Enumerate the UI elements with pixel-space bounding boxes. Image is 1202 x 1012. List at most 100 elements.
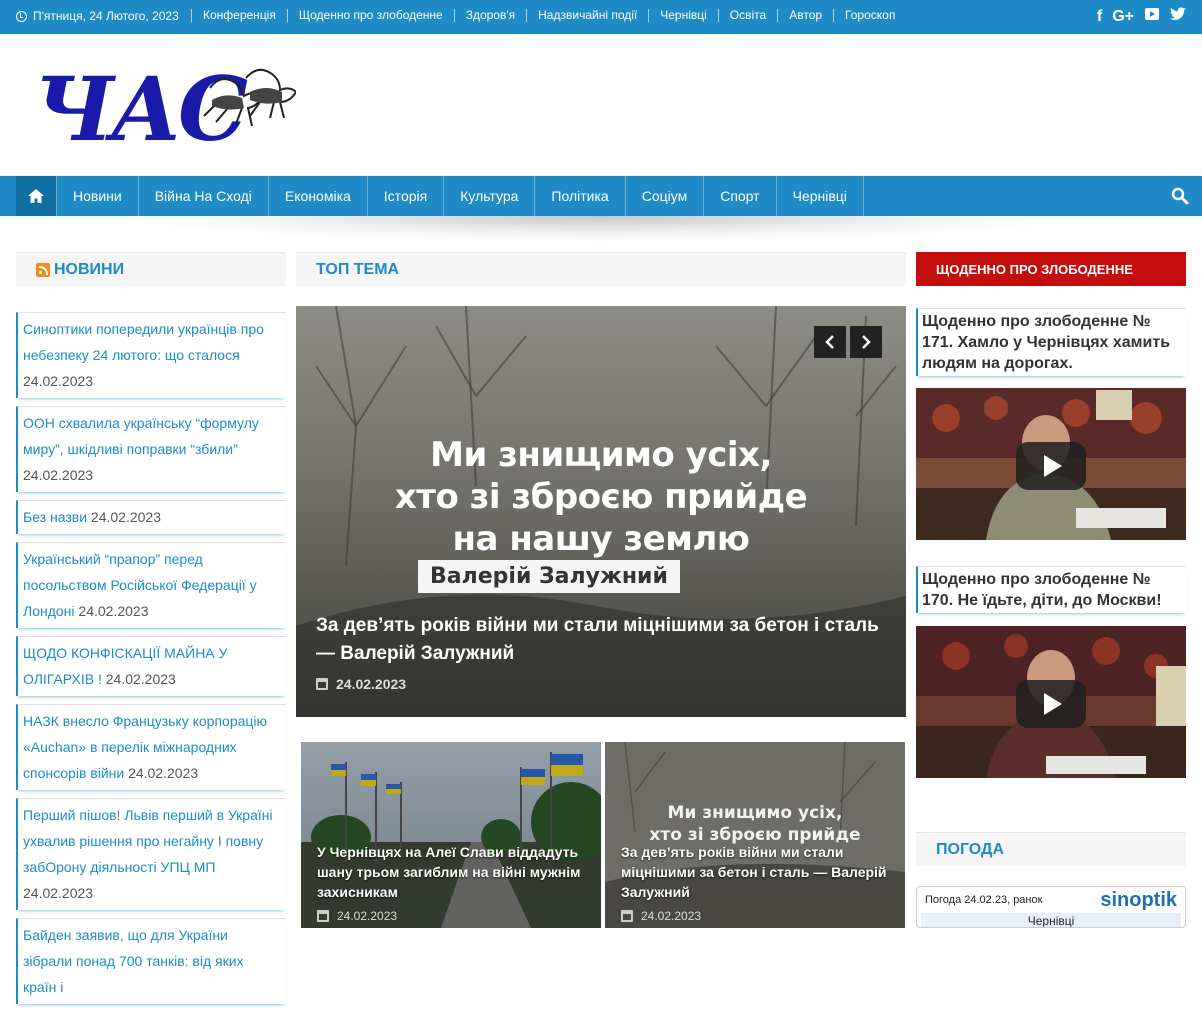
list-item[interactable]: НАЗК внесло Французьку корпорацію «Aucha… (16, 704, 286, 790)
nav-shadow (120, 216, 1080, 242)
daily-heading[interactable]: ЩОДЕННО ПРО ЗЛОБОДЕННЕ (936, 262, 1133, 277)
home-button[interactable] (16, 176, 56, 216)
news-heading[interactable]: НОВИНИ (54, 261, 124, 279)
list-item[interactable]: ЩОДО КОНФІСКАЦІЇ МАЙНА У ОЛІГАРХІВ ! 24.… (16, 636, 286, 696)
top-link-emergency[interactable]: Надзвичайні події (526, 9, 648, 22)
news-title[interactable]: Байден заявив, що для України зібрали по… (23, 927, 244, 995)
current-date: П'ятниця, 24 Лютого, 2023 (16, 9, 179, 23)
list-item[interactable]: Перший пішов! Львів перший в Україні ухв… (16, 798, 286, 910)
facebook-icon[interactable]: f (1097, 8, 1102, 26)
current-date-text: П'ятниця, 24 Лютого, 2023 (33, 9, 179, 23)
weather-line: Погода 24.02.23, ранок (925, 894, 1043, 906)
hero-slider[interactable]: Ми знищимо усіх, хто зі зброєю прийде на… (296, 306, 906, 717)
top-link-education[interactable]: Освіта (717, 9, 777, 22)
news-title[interactable]: Без назви (23, 509, 87, 525)
top-topic-heading-bar: ТОП ТЕМА (296, 252, 906, 286)
play-icon[interactable] (1016, 442, 1086, 490)
news-list: Синоптики попередили українців про небез… (16, 312, 286, 1012)
weather-city: Чернівці (921, 913, 1181, 927)
top-topic-heading: ТОП ТЕМА (316, 261, 400, 278)
news-date: 24.02.2023 (105, 671, 176, 687)
hero-title[interactable]: За дев’ять років війни ми стали міцнішим… (316, 612, 896, 668)
news-date: 24.02.2023 (23, 467, 94, 483)
chevron-left-icon (825, 335, 834, 349)
nav-item-war[interactable]: Війна На Сході (139, 176, 269, 216)
news-card-overlay: Ми знищимо усіх, хто зі зброєю прийде (649, 803, 861, 845)
top-link-health[interactable]: Здоров'я (453, 9, 526, 22)
list-item[interactable]: Байден заявив, що для України зібрали по… (16, 918, 286, 1004)
news-date: 24.02.2023 (23, 373, 94, 389)
top-link-author[interactable]: Автор (777, 9, 833, 22)
video-player[interactable] (916, 388, 1186, 540)
hero-date: 24.02.2023 (316, 676, 406, 692)
hero-date-text: 24.02.2023 (336, 676, 407, 692)
news-date: 24.02.2023 (78, 603, 149, 619)
nav-item-economy[interactable]: Економіка (269, 176, 368, 216)
site-header: ЧАС (0, 34, 1202, 176)
video-player[interactable] (916, 626, 1186, 778)
top-link-daily[interactable]: Щоденно про злободенне (286, 9, 454, 22)
rss-icon[interactable] (36, 263, 50, 277)
list-item[interactable]: ООН схвалила українську “формулу миру”, … (16, 406, 286, 492)
nav-item-culture[interactable]: Культура (444, 176, 536, 216)
news-heading-bar: НОВИНИ (16, 252, 286, 286)
news-title[interactable]: ООН схвалила українську “формулу миру”, … (23, 415, 259, 457)
nav-items: Новини Війна На Сході Економіка Історія … (56, 176, 864, 216)
news-card-date-text: 24.02.2023 (337, 909, 398, 923)
nav-item-news[interactable]: Новини (56, 176, 139, 216)
nav-item-politics[interactable]: Політика (535, 176, 626, 216)
youtube-icon[interactable] (1144, 6, 1160, 27)
calendar-icon (621, 910, 633, 922)
news-date: 24.02.2023 (128, 765, 199, 781)
news-card-title[interactable]: У Чернівцях на Алеї Слави віддадуть шану… (317, 842, 587, 902)
slider-prev-button[interactable] (814, 326, 846, 358)
news-date: 24.02.2023 (23, 885, 94, 901)
home-icon (28, 189, 44, 203)
main-nav: Новини Війна На Сході Економіка Історія … (0, 176, 1202, 216)
social-links: f G+ (1097, 6, 1186, 27)
top-link-chernivtsi[interactable]: Чернівці (648, 9, 718, 22)
nav-item-society[interactable]: Соціум (626, 176, 705, 216)
hero-quote: Ми знищимо усіх, хто зі зброєю прийде на… (296, 434, 906, 560)
svg-text:ЧАС: ЧАС (34, 60, 248, 156)
search-button[interactable] (1170, 186, 1190, 206)
news-card-date: 24.02.2023 (621, 909, 701, 923)
news-card[interactable]: Ми знищимо усіх, хто зі зброєю прийде За… (605, 742, 905, 928)
news-title[interactable]: Синоптики попередили українців про небез… (23, 321, 264, 363)
top-links: Конференція Щоденно про злободенне Здоро… (191, 9, 906, 22)
nav-item-sport[interactable]: Спорт (704, 176, 777, 216)
news-title[interactable]: Перший пішов! Львів перший в Україні ухв… (23, 807, 273, 875)
news-card-date: 24.02.2023 (317, 909, 397, 923)
daily-item[interactable]: Щоденно про злободенне № 171. Хамло у Че… (916, 308, 1186, 376)
list-item[interactable]: Синоптики попередили українців про небез… (16, 312, 286, 398)
news-card-title[interactable]: За дев’ять років війни ми стали міцнішим… (621, 842, 891, 902)
nav-item-chernivtsi[interactable]: Чернівці (777, 176, 864, 216)
clock-icon (16, 10, 27, 22)
play-icon[interactable] (1016, 680, 1086, 728)
top-link-conference[interactable]: Конференція (191, 9, 287, 22)
calendar-icon (316, 678, 328, 690)
sinoptik-logo[interactable]: sinoptik (1100, 889, 1177, 912)
list-item[interactable]: Без назви 24.02.2023 (16, 500, 286, 534)
news-card-date-text: 24.02.2023 (641, 909, 702, 923)
daily-heading-bar: ЩОДЕННО ПРО ЗЛОБОДЕННЕ (916, 252, 1186, 286)
news-card[interactable]: У Чернівцях на Алеї Слави віддадуть шану… (301, 742, 601, 928)
twitter-icon[interactable] (1170, 7, 1186, 26)
daily-item[interactable]: Щоденно про злободенне № 170. Не їдьте, … (916, 566, 1186, 613)
top-link-horoscope[interactable]: Гороскоп (833, 9, 906, 22)
hero-author: Валерій Залужний (418, 560, 680, 593)
weather-heading: ПОГОДА (936, 841, 1004, 858)
weather-widget[interactable]: Погода 24.02.23, ранок sinoptik Чернівці (916, 886, 1186, 928)
google-plus-icon[interactable]: G+ (1112, 8, 1134, 26)
list-item[interactable]: Український “прапор” перед посольством Р… (16, 542, 286, 628)
calendar-icon (317, 910, 329, 922)
site-logo[interactable]: ЧАС (34, 57, 298, 161)
slider-next-button[interactable] (850, 326, 882, 358)
search-icon (1171, 187, 1189, 205)
hero-quote-text: Ми знищимо усіх, хто зі зброєю прийде на… (394, 435, 808, 559)
nav-item-history[interactable]: Історія (368, 176, 445, 216)
chevron-right-icon (862, 335, 871, 349)
top-bar: П'ятниця, 24 Лютого, 2023 Конференція Що… (0, 0, 1202, 34)
weather-heading-bar: ПОГОДА (916, 832, 1186, 866)
news-date: 24.02.2023 (90, 509, 161, 525)
